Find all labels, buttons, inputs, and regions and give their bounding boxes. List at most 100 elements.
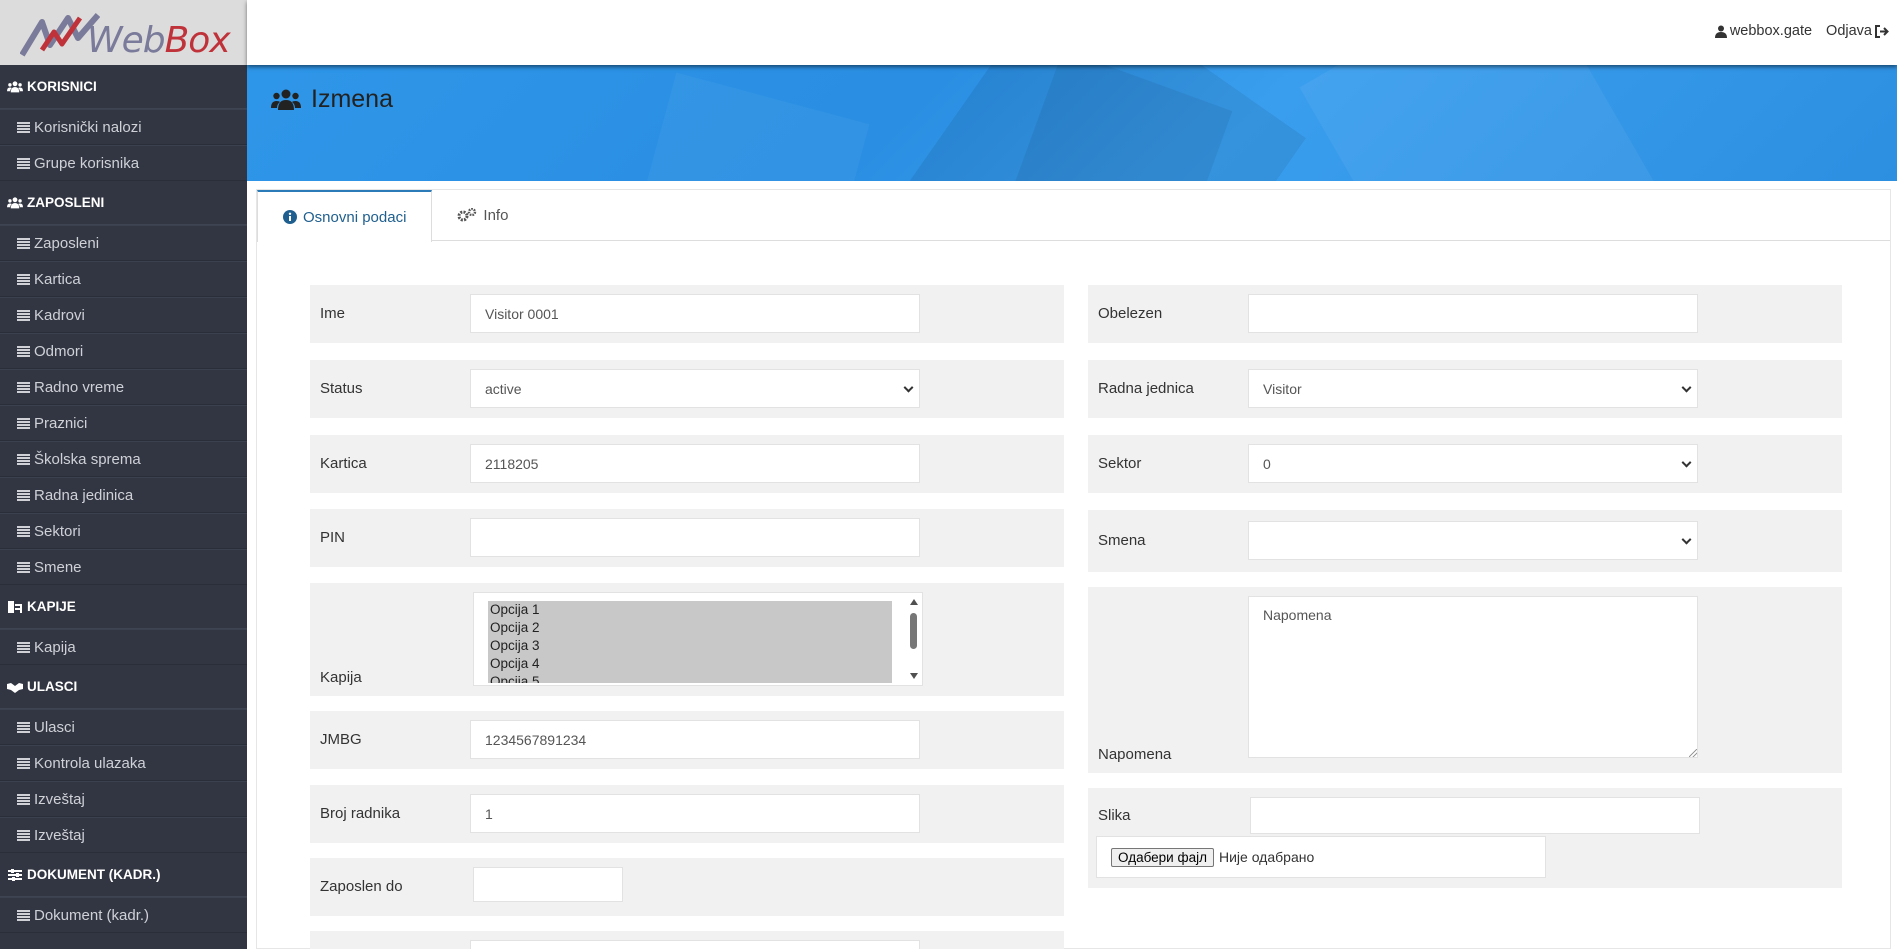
sidebar-item[interactable]: Korisnički nalozi	[0, 109, 247, 145]
sidebar-section-title: KAPIJE	[27, 599, 76, 614]
sidebar-item-label: Ulasci	[34, 718, 75, 736]
sidebar-section[interactable]: ULASCI	[0, 665, 247, 709]
kapija-option[interactable]: Opcija 1	[488, 601, 892, 619]
list-icon	[17, 453, 30, 465]
logo-box-text: Box	[164, 20, 231, 61]
row-sektor: Sektor 0	[1088, 435, 1842, 493]
sidebar-item[interactable]: Odmori	[0, 333, 247, 369]
sidebar-item[interactable]: Kartica	[0, 261, 247, 297]
sidebar-item-label: Praznici	[34, 414, 88, 432]
sidebar-item[interactable]: Kontrola ulazaka	[0, 745, 247, 781]
scroll-thumb[interactable]	[910, 613, 917, 649]
broj-radnika-label: Broj radnika	[320, 805, 401, 822]
sidebar-item[interactable]: Kapija	[0, 629, 247, 665]
sidebar-item[interactable]: Smene	[0, 549, 247, 585]
list-icon	[17, 381, 30, 393]
sidebar-section-title: ULASCI	[27, 679, 78, 694]
file-picker: Одабери фајл Није одабрано	[1096, 836, 1546, 878]
sektor-value: 0	[1263, 455, 1271, 472]
row-slika: Slika Одабери фајл Није одабрано	[1088, 788, 1842, 888]
sidebar-item[interactable]: Sektori	[0, 513, 247, 549]
sidebar-item[interactable]: Radna jedinica	[0, 477, 247, 513]
sidebar-item[interactable]: Zaposleni	[0, 225, 247, 261]
kapija-option[interactable]: Opcija 4	[488, 655, 892, 673]
list-icon	[17, 309, 30, 321]
handshake-icon	[7, 681, 23, 693]
tab-label: Info	[483, 206, 509, 224]
broj-radnika-input[interactable]: 1	[470, 794, 920, 833]
sidebar-section[interactable]: ZAPOSLENI	[0, 181, 247, 225]
gate-icon	[7, 600, 23, 613]
list-icon	[17, 237, 30, 249]
status-select[interactable]: active	[470, 369, 920, 408]
list-icon	[17, 157, 30, 169]
tab-info[interactable]: Info	[432, 190, 533, 240]
slika-input[interactable]	[1250, 797, 1700, 834]
chevron-down-icon	[1681, 534, 1692, 545]
radna-jednica-value: Visitor	[1263, 380, 1302, 397]
logout-label: Odjava	[1826, 23, 1872, 39]
next-input[interactable]	[470, 940, 920, 949]
sidebar-item[interactable]: Izveštaj	[0, 781, 247, 817]
sidebar-item[interactable]: Grupe korisnika	[0, 145, 247, 181]
sektor-select[interactable]: 0	[1248, 444, 1698, 483]
sidebar-section[interactable]: DOKUMENT (KADR.)	[0, 853, 247, 897]
list-icon	[17, 121, 30, 133]
zaposlen-do-date[interactable]	[473, 867, 623, 902]
sidebar-item-label: Smene	[34, 558, 82, 576]
obelezen-label: Obelezen	[1098, 305, 1163, 322]
users-icon	[7, 80, 23, 93]
row-status: Status active	[310, 360, 1064, 418]
radna-jednica-select[interactable]: Visitor	[1248, 369, 1698, 408]
smena-select[interactable]	[1248, 521, 1698, 560]
ime-input[interactable]: Visitor 0001	[470, 294, 920, 333]
sidebar-item[interactable]: Školska sprema	[0, 441, 247, 477]
obelezen-input[interactable]	[1248, 294, 1698, 333]
list-icon	[17, 417, 30, 429]
row-smena: Smena	[1088, 510, 1842, 572]
logo[interactable]: WebBox	[0, 0, 247, 65]
sidebar-item-label: Izveštaj	[34, 826, 85, 844]
sign-out-icon	[1875, 24, 1889, 38]
sidebar-item[interactable]: Radno vreme	[0, 369, 247, 405]
sidebar-section[interactable]: KAPIJE	[0, 585, 247, 629]
sidebar-item-label: Odmori	[34, 342, 84, 360]
status-value: active	[485, 380, 522, 397]
kapija-options: Opcija 1 Opcija 2 Opcija 3 Opcija 4 Opcija 5	[488, 601, 892, 683]
scrollbar[interactable]	[908, 595, 920, 683]
pin-label: PIN	[320, 529, 346, 546]
smena-label: Smena	[1098, 532, 1146, 549]
kapija-option[interactable]: Opcija 3	[488, 637, 892, 655]
list-icon	[17, 561, 30, 573]
row-kapija: Kapija Opcija 1 Opcija 2 Opcija 3 Opcija 4O…	[310, 583, 1064, 696]
kapija-option[interactable]: Opcija 2	[488, 619, 892, 637]
users-icon	[7, 196, 23, 209]
napomena-textarea[interactable]: Napomena	[1248, 596, 1698, 758]
tab-osnovni-podaci[interactable]: Osnovni podaci	[257, 190, 433, 242]
kapija-multiselect[interactable]: Opcija 1 Opcija 2 Opcija 3 Opcija 4 Opcija 5	[473, 592, 923, 686]
scroll-down-icon[interactable]	[910, 673, 918, 679]
sidebar-item[interactable]: Ulasci	[0, 709, 247, 745]
logout-link[interactable]: Odjava	[1826, 23, 1889, 39]
sidebar-item[interactable]: Dokument (kadr.)	[0, 897, 247, 933]
chevron-down-icon	[1681, 457, 1692, 468]
sidebar-section-title: DOKUMENT (KADR.)	[27, 867, 161, 882]
choose-file-button[interactable]: Одабери фајл	[1111, 847, 1214, 867]
scroll-up-icon[interactable]	[910, 599, 918, 605]
user-menu[interactable]: webbox.gate	[1714, 23, 1812, 39]
sidebar-item-label: Grupe korisnika	[34, 154, 140, 172]
sidebar-item-label: Dokument (kadr.)	[34, 906, 150, 924]
sidebar-item[interactable]: Kadrovi	[0, 297, 247, 333]
sidebar-item[interactable]: Izveštaj	[0, 817, 247, 853]
chevron-down-icon	[1681, 382, 1692, 393]
sidebar-section[interactable]: KORISNICI	[0, 65, 247, 109]
jmbg-label: JMBG	[320, 731, 362, 748]
resize-handle-icon[interactable]	[1689, 749, 1697, 757]
kapija-option[interactable]: Opcija 5	[488, 673, 892, 683]
list-icon	[17, 273, 30, 285]
kartica-input[interactable]: 2118205	[470, 444, 920, 483]
jmbg-input[interactable]: 1234567891234	[470, 720, 920, 759]
sidebar-item[interactable]: Praznici	[0, 405, 247, 441]
list-icon	[17, 909, 30, 921]
pin-input[interactable]	[470, 518, 920, 557]
